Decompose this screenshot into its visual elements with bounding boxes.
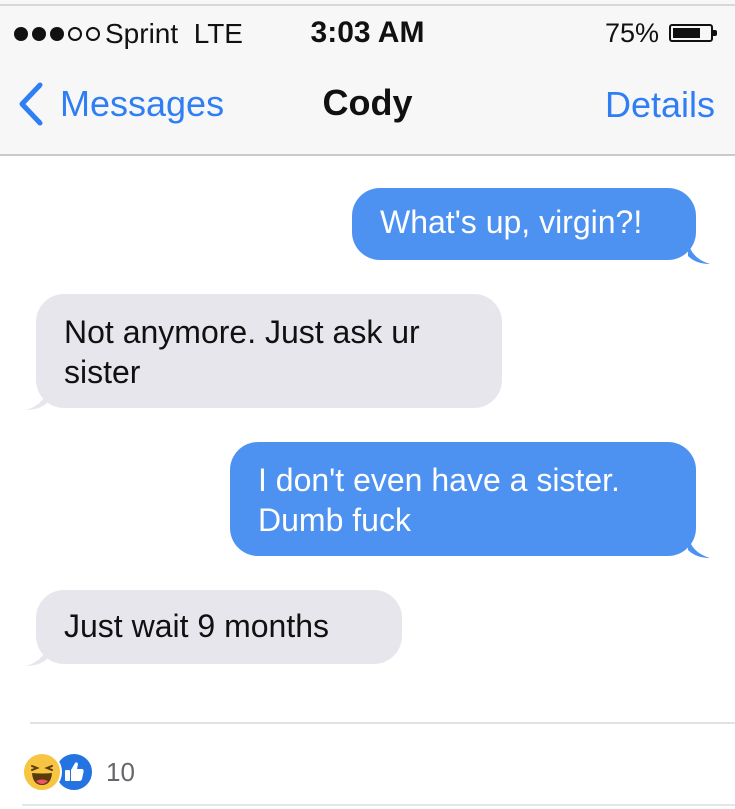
haha-face [31,765,53,785]
bubble-tail [688,240,710,264]
battery-percent: 75% [605,18,660,48]
message-thread: What's up, virgin?! Not anymore. Just as… [0,156,735,721]
top-divider [0,4,735,6]
battery-nub [713,30,717,36]
bubble-tail [26,642,48,666]
bubble-tail [26,386,48,410]
message-bubble-incoming[interactable]: Just wait 9 months [36,590,402,664]
reactions-summary[interactable]: 10 [22,752,135,792]
message-text: What's up, virgin?! [380,204,643,240]
battery-fill [673,28,700,38]
screenshot-bottom-edge [30,722,735,724]
haha-emoji-icon [22,752,62,792]
message-text: Not anymore. Just ask ur sister [64,314,420,390]
message-bubble-outgoing[interactable]: I don't even have a sister. Dumb fuck [230,442,696,556]
bubble-tail [688,534,710,558]
navigation-bar: Messages Cody Details [0,56,735,156]
post-footer-divider [22,804,735,806]
message-bubble-incoming[interactable]: Not anymore. Just ask ur sister [36,294,502,408]
message-text: Just wait 9 months [64,608,329,644]
battery-icon [669,24,717,42]
reaction-count: 10 [106,756,135,787]
status-bar: Sprint LTE 3:03 AM 75% [0,0,735,56]
details-button[interactable]: Details [605,84,715,126]
message-text: I don't even have a sister. Dumb fuck [258,462,620,538]
message-bubble-outgoing[interactable]: What's up, virgin?! [352,188,696,260]
